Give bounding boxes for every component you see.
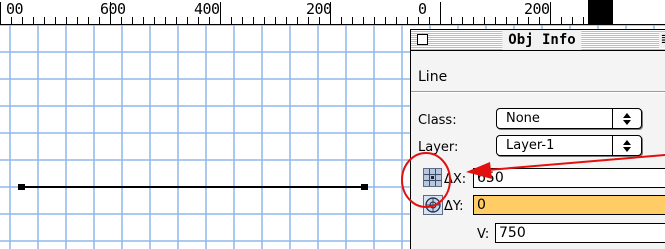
up-down-arrows-icon	[612, 109, 641, 128]
rotation-dial-icon[interactable]	[423, 195, 443, 215]
ruler-label: 0	[418, 0, 427, 18]
ruler-label: 00	[6, 0, 24, 18]
horizontal-ruler[interactable]: 00 600 400 200 0 200	[0, 0, 665, 25]
nine-point-grid-icon[interactable]	[423, 168, 442, 187]
palette-title: Obj Info	[502, 30, 582, 50]
class-popup[interactable]: None	[496, 108, 642, 129]
delta-y-field[interactable]: 0	[473, 195, 665, 215]
next-row-label: V:	[477, 227, 490, 242]
ruler-corner-gap	[612, 0, 665, 24]
object-type-label: Line	[418, 69, 448, 85]
close-box-icon[interactable]	[417, 34, 428, 45]
palette-divider	[411, 91, 665, 93]
obj-info-palette[interactable]: Obj Info ≣ Line Class: None Layer: Laye	[410, 29, 665, 249]
next-row-field[interactable]: 750	[495, 223, 665, 243]
class-label: Class:	[418, 113, 457, 128]
palette-titlebar[interactable]: Obj Info ≣	[411, 30, 665, 51]
up-down-arrows-icon	[612, 136, 641, 155]
vectorworks-drawing-window: 00 600 400 200 0 200 Obj Info ≣ Line	[0, 0, 665, 249]
zoom-box-icon[interactable]: ≣	[659, 32, 665, 48]
ruler-label: 400	[194, 0, 220, 18]
ruler-label: 200	[306, 0, 332, 18]
layer-popup[interactable]: Layer-1	[496, 135, 642, 156]
selection-handle-right[interactable]	[361, 184, 368, 190]
selected-line[interactable]	[18, 184, 368, 190]
delta-x-field[interactable]: 650	[473, 168, 665, 188]
layer-popup-value: Layer-1	[506, 138, 555, 153]
layer-label: Layer:	[418, 140, 459, 155]
delta-x-label: ΔX:	[444, 172, 467, 187]
selection-handle-left[interactable]	[18, 184, 25, 190]
ruler-label: 600	[100, 0, 126, 18]
ruler-corner-block	[588, 0, 612, 24]
delta-y-label: ΔY:	[444, 199, 464, 214]
palette-body: Line Class: None Layer: Layer-1 ΔX: 650 …	[411, 51, 665, 249]
class-popup-value: None	[506, 111, 540, 126]
ruler-label: 200	[524, 0, 550, 18]
